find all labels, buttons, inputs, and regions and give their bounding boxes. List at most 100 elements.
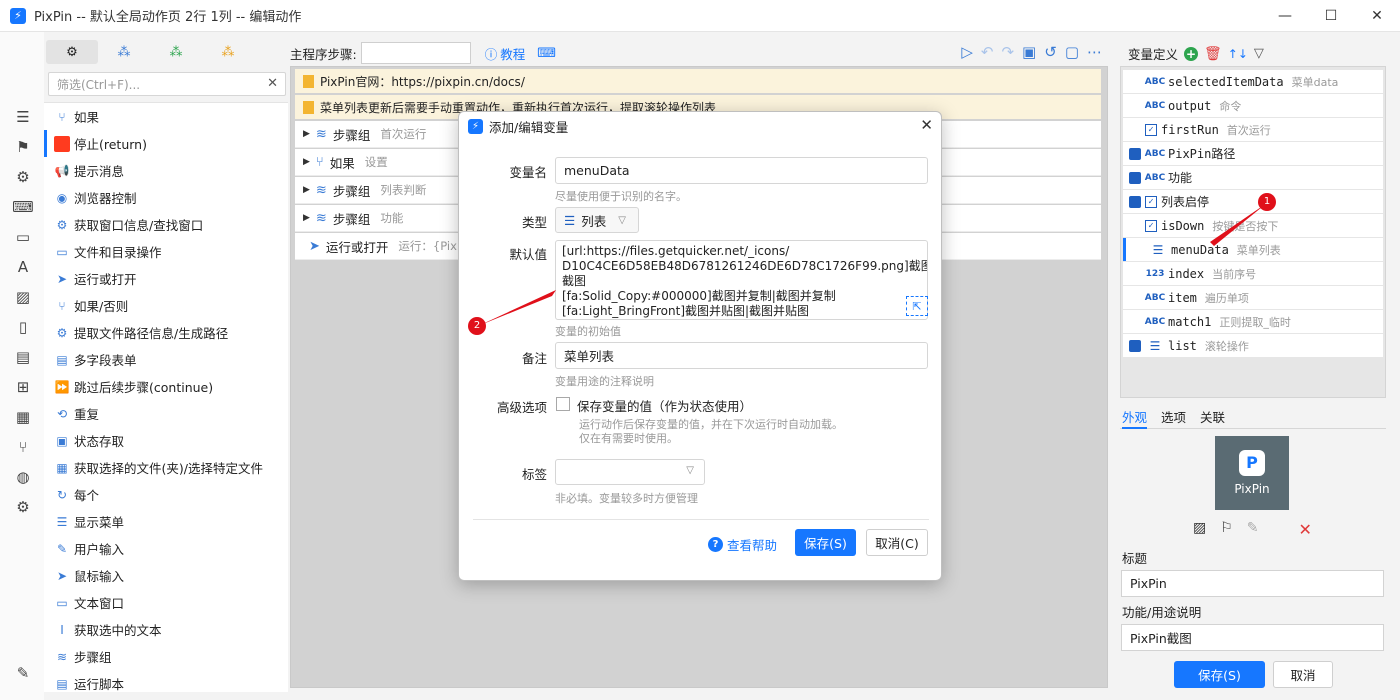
window-icon[interactable]: ▭ bbox=[14, 228, 32, 246]
default-value-textarea[interactable]: [url:https://files.getquicker.net/_icons… bbox=[555, 240, 928, 320]
save-action-button[interactable]: 保存(S) bbox=[1174, 661, 1265, 688]
cancel-action-button[interactable]: 取消 bbox=[1273, 661, 1333, 688]
tutorial-link[interactable]: ⓘ 教程 bbox=[485, 44, 526, 63]
clear-filter-icon[interactable]: ✕ bbox=[267, 76, 278, 91]
action-item[interactable]: ✎ 用户输入 bbox=[44, 535, 288, 562]
dialog-save-button[interactable]: 保存(S) bbox=[795, 529, 856, 556]
variable-row[interactable]: ABC selectedItemData 菜单data bbox=[1123, 70, 1383, 93]
action-item[interactable]: ⑂ 如果/否则 bbox=[44, 292, 288, 319]
variable-row[interactable]: ☰ menuData 菜单列表 bbox=[1123, 238, 1383, 261]
font-icon[interactable]: A bbox=[14, 258, 32, 276]
tab-appearance[interactable]: 外观 bbox=[1122, 407, 1148, 429]
variable-row[interactable]: ✓ 列表启停 bbox=[1123, 190, 1383, 213]
variable-row[interactable]: ABC PixPin路径 bbox=[1123, 142, 1383, 165]
run-icon[interactable]: ▷ bbox=[961, 43, 973, 61]
redo-icon[interactable]: ↷ bbox=[1001, 43, 1014, 61]
note-icon[interactable]: ▢ bbox=[1065, 43, 1079, 61]
description-input[interactable]: PixPin截图 bbox=[1121, 624, 1384, 651]
dialog-cancel-button[interactable]: 取消(C) bbox=[866, 529, 928, 556]
title-input[interactable]: PixPin bbox=[1121, 570, 1384, 597]
tab-association[interactable]: 关联 bbox=[1200, 407, 1225, 428]
tab-extension-green[interactable]: ⁂ bbox=[150, 40, 202, 64]
action-item[interactable]: ⚙ 获取窗口信息/查找窗口 bbox=[44, 211, 288, 238]
expand-editor-icon[interactable]: ⇱ bbox=[906, 296, 928, 316]
variable-row[interactable]: ABC match1 正则提取_临时 bbox=[1123, 310, 1383, 333]
expand-icon[interactable]: ▶ bbox=[303, 185, 310, 195]
remove-icon[interactable]: ✕ bbox=[1299, 520, 1312, 539]
expand-icon[interactable]: ▶ bbox=[303, 129, 310, 139]
document-icon[interactable]: ▤ bbox=[14, 348, 32, 366]
action-item[interactable]: ⑂ 如果 bbox=[44, 103, 288, 130]
git-icon[interactable]: ⑂ bbox=[14, 438, 32, 456]
note-row[interactable]: PixPin官网：https://pixpin.cn/docs/ bbox=[295, 69, 1101, 93]
globe-icon[interactable]: ◍ bbox=[14, 468, 32, 486]
variable-row[interactable]: ✓ firstRun 首次运行 bbox=[1123, 118, 1383, 141]
action-item[interactable]: ▭ 文本窗口 bbox=[44, 589, 288, 616]
delete-variable-icon[interactable]: 🗑 bbox=[1204, 46, 1222, 62]
action-item[interactable]: ⟲ 重复 bbox=[44, 400, 288, 427]
list-icon[interactable]: ☰ bbox=[14, 108, 32, 126]
type-select[interactable]: ☰ 列表 ▽ bbox=[555, 207, 639, 233]
action-item[interactable]: ☰ 显示菜单 bbox=[44, 508, 288, 535]
action-item[interactable]: ◉ 浏览器控制 bbox=[44, 184, 288, 211]
action-item[interactable]: I 获取选中的文本 bbox=[44, 616, 288, 643]
more-icon[interactable]: ⋯ bbox=[1087, 43, 1102, 61]
wrench-icon[interactable]: ✎ bbox=[14, 664, 32, 682]
eyedropper-icon[interactable]: ✎ bbox=[1247, 520, 1259, 539]
action-item[interactable]: ↻ 每个 bbox=[44, 481, 288, 508]
settings-gears-icon[interactable]: ⚙ bbox=[14, 498, 32, 516]
clipboard-icon[interactable]: ▯ bbox=[14, 318, 32, 336]
action-item[interactable]: ▤ 运行脚本 bbox=[44, 670, 288, 693]
history-icon[interactable]: ↺ bbox=[1044, 43, 1057, 61]
expand-icon[interactable]: ▶ bbox=[303, 213, 310, 223]
minimize-button[interactable]: — bbox=[1262, 0, 1308, 32]
add-variable-icon[interactable]: + bbox=[1184, 46, 1199, 61]
note-input[interactable]: 菜单列表 bbox=[555, 342, 928, 369]
flag-icon[interactable]: ⚐ bbox=[1220, 520, 1233, 539]
maximize-button[interactable]: ☐ bbox=[1308, 0, 1354, 32]
save-state-checkbox[interactable] bbox=[556, 397, 570, 411]
action-item[interactable]: ▣ 状态存取 bbox=[44, 427, 288, 454]
action-item[interactable]: ⏩ 跳过后续步骤(continue) bbox=[44, 373, 288, 400]
image-icon[interactable]: ▨ bbox=[14, 288, 32, 306]
save-icon[interactable]: ▣ bbox=[1022, 43, 1036, 61]
image-picker-icon[interactable]: ▨ bbox=[1193, 520, 1206, 539]
action-item[interactable]: ▦ 获取选择的文件(夹)/选择特定文件 bbox=[44, 454, 288, 481]
action-item[interactable]: ▭ 文件和目录操作 bbox=[44, 238, 288, 265]
action-item[interactable]: 📢 提示消息 bbox=[44, 157, 288, 184]
action-item[interactable]: ≋ 步骤组 bbox=[44, 643, 288, 670]
filter-input[interactable]: 筛选(Ctrl+F)... ✕ bbox=[48, 72, 286, 96]
variable-row[interactable]: 123 index 当前序号 bbox=[1123, 262, 1383, 285]
save-state-label[interactable]: 保存变量的值（作为状态使用） bbox=[577, 396, 752, 415]
variable-row[interactable]: ABC output 命令 bbox=[1123, 94, 1383, 117]
windows-icon[interactable]: ⊞ bbox=[14, 378, 32, 396]
action-item[interactable]: ▤ 多字段表单 bbox=[44, 346, 288, 373]
close-window-button[interactable]: ✕ bbox=[1354, 0, 1400, 32]
variable-row[interactable]: ABC 功能 bbox=[1123, 166, 1383, 189]
variable-row[interactable]: ☰ list 滚轮操作 bbox=[1123, 334, 1383, 357]
action-item[interactable]: ⚙ 提取文件路径信息/生成路径 bbox=[44, 319, 288, 346]
tab-options[interactable]: 选项 bbox=[1161, 407, 1186, 428]
tab-basic-actions[interactable]: ⚙ bbox=[46, 40, 98, 64]
action-item[interactable]: ➤ 鼠标输入 bbox=[44, 562, 288, 589]
keyboard-icon[interactable]: ⌨ bbox=[12, 198, 34, 216]
tab-extension-orange[interactable]: ⁂ bbox=[202, 40, 254, 64]
variable-row[interactable]: ✓ isDown 按键是否按下 bbox=[1123, 214, 1383, 237]
keyboard-icon[interactable]: ⌨ bbox=[537, 46, 556, 61]
filter-icon[interactable]: ▽ bbox=[1254, 46, 1264, 61]
main-steps-input[interactable] bbox=[360, 42, 471, 64]
variable-name-input[interactable]: menuData bbox=[555, 157, 928, 184]
help-link[interactable]: ? 查看帮助 bbox=[708, 535, 777, 554]
action-item[interactable]: 停止(return) bbox=[44, 130, 288, 157]
variable-row[interactable]: ABC item 遍历单项 bbox=[1123, 286, 1383, 309]
sort-icon[interactable]: ↑↓ bbox=[1228, 47, 1248, 61]
dialog-close-icon[interactable]: ✕ bbox=[920, 116, 933, 134]
action-item[interactable]: ➤ 运行或打开 bbox=[44, 265, 288, 292]
expand-icon[interactable]: ▶ bbox=[303, 157, 310, 167]
bookmark-icon[interactable]: ⚑ bbox=[14, 138, 32, 156]
tag-select[interactable]: ▽ bbox=[555, 459, 705, 485]
action-icon-preview[interactable]: P PixPin bbox=[1215, 436, 1289, 510]
undo-icon[interactable]: ↶ bbox=[981, 43, 994, 61]
grid-icon[interactable]: ▦ bbox=[14, 408, 32, 426]
gear-icon[interactable]: ⚙ bbox=[14, 168, 32, 186]
